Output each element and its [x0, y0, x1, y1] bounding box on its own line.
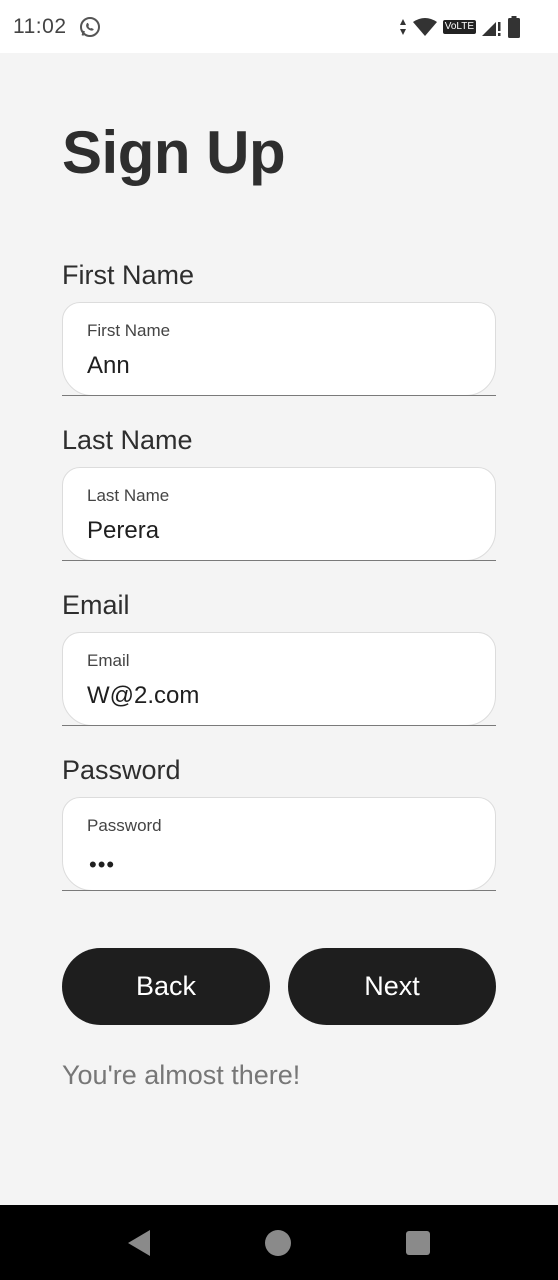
last-name-underline [62, 560, 496, 561]
password-float-label: Password [87, 816, 162, 835]
status-time: 11:02 [13, 14, 67, 38]
first-name-label: First Name [62, 260, 195, 290]
email-underline [62, 725, 496, 726]
password-label: Password [62, 755, 181, 785]
password-value: ••• [89, 852, 116, 877]
email-value: W@2.com [87, 682, 200, 709]
next-button[interactable]: Next [288, 948, 496, 1025]
wifi-icon [412, 17, 437, 36]
password-field[interactable]: Password ••• [62, 797, 496, 891]
back-button[interactable]: Back [62, 948, 270, 1025]
volte-badge: VoLTE [442, 19, 476, 34]
last-name-field[interactable]: Last Name Perera [62, 467, 496, 561]
password-underline [62, 890, 496, 891]
email-label: Email [62, 590, 130, 620]
signal-icon [482, 18, 502, 36]
status-bar: 11:02 VoLTE [0, 0, 558, 53]
last-name-label: Last Name [62, 425, 193, 455]
first-name-underline [62, 395, 496, 396]
status-right: VoLTE [399, 15, 520, 38]
last-name-value: Perera [87, 517, 160, 544]
home-nav-icon[interactable] [265, 1229, 291, 1256]
battery-icon [508, 15, 520, 38]
recents-nav-icon[interactable] [406, 1230, 430, 1255]
back-nav-icon[interactable] [128, 1229, 150, 1256]
email-float-label: Email [87, 651, 130, 670]
progress-message: You're almost there! [62, 1060, 301, 1090]
first-name-field[interactable]: First Name Ann [62, 302, 496, 396]
first-name-float-label: First Name [87, 321, 171, 340]
status-left: 11:02 [13, 15, 101, 39]
email-field[interactable]: Email W@2.com [62, 632, 496, 726]
page-title: Sign Up [62, 119, 286, 186]
last-name-float-label: Last Name [87, 486, 170, 505]
first-name-value: Ann [87, 352, 130, 379]
whatsapp-icon [79, 16, 101, 38]
data-arrows-icon [399, 18, 407, 36]
navigation-bar [0, 1205, 558, 1280]
